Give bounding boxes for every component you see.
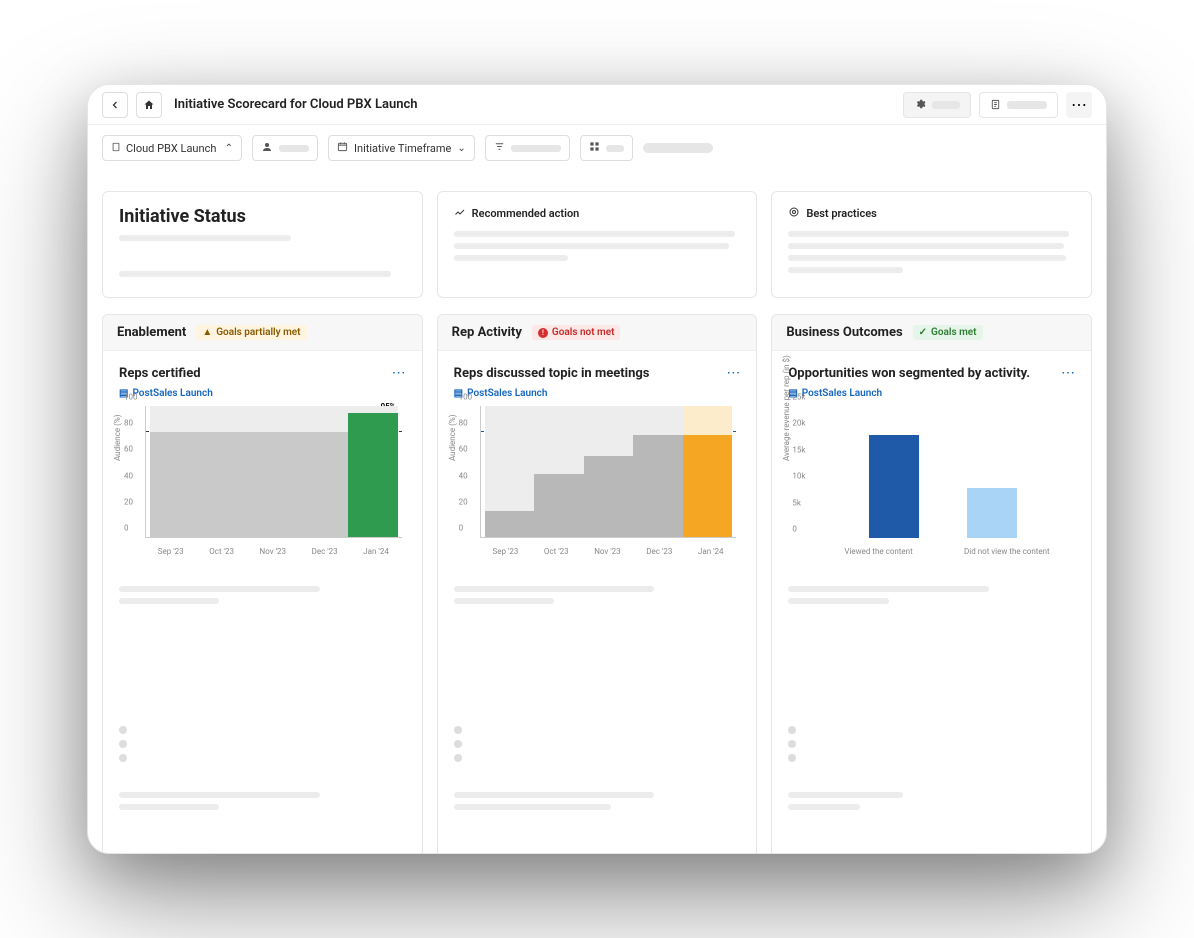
calendar-icon [337, 141, 348, 155]
recommended-action-card: Recommended action [437, 191, 758, 298]
opps-won-chart: Average revenue per rep (in $) 0 5k 10k … [788, 406, 1075, 556]
reps-certified-title: Reps certified [119, 366, 201, 381]
initiative-selector[interactable]: Cloud PBX Launch ⌃ [102, 135, 242, 161]
reps-discussed-chart: Audience (%) 0 20 40 60 80 100 Goal 80% … [454, 406, 741, 556]
content-area: Initiative Status Recommended action Bes… [88, 171, 1106, 853]
filter-button[interactable] [485, 135, 570, 161]
warning-icon: ▲ [202, 327, 212, 338]
chevron-down-icon: ⌄ [457, 143, 465, 154]
enablement-title: Enablement [117, 325, 186, 340]
user-filter[interactable] [252, 135, 318, 161]
error-icon: ! [538, 328, 548, 338]
filter-icon [494, 141, 505, 155]
grid-icon [589, 141, 600, 155]
rep-activity-section: Rep Activity ! Goals not met Reps discus… [437, 314, 758, 853]
document-icon [111, 142, 121, 155]
outcomes-badge: ✓ Goals met [913, 325, 983, 340]
grid-button[interactable] [580, 135, 633, 161]
recommended-title: Recommended action [472, 207, 580, 220]
initiative-label: Cloud PBX Launch [126, 142, 216, 155]
export-button[interactable] [979, 92, 1058, 118]
best-practices-card: Best practices [771, 191, 1092, 298]
chevron-up-icon: ⌃ [225, 143, 233, 154]
timeframe-selector[interactable]: Initiative Timeframe ⌄ [328, 135, 475, 161]
more-button[interactable]: ⋯ [1066, 92, 1092, 118]
more-icon: ⋯ [1071, 95, 1087, 114]
back-button[interactable] [102, 92, 128, 118]
home-button[interactable] [136, 92, 162, 118]
reps-discussed-title: Reps discussed topic in meetings [454, 366, 650, 381]
enablement-badge: ▲ Goals partially met [196, 325, 306, 340]
opps-won-title: Opportunities won segmented by activity. [788, 366, 1030, 381]
check-icon: ✓ [919, 327, 927, 338]
best-practices-title: Best practices [806, 207, 876, 220]
enablement-section: Enablement ▲ Goals partially met Reps ce… [102, 314, 423, 853]
chart-menu-button[interactable]: ⋯ [1061, 365, 1075, 381]
outcomes-title: Business Outcomes [786, 325, 902, 340]
topbar: Initiative Scorecard for Cloud PBX Launc… [88, 85, 1106, 125]
status-title: Initiative Status [119, 206, 406, 227]
rep-activity-badge: ! Goals not met [532, 325, 621, 340]
app-frame: Initiative Scorecard for Cloud PBX Launc… [87, 84, 1107, 854]
chart-menu-button[interactable]: ⋯ [392, 365, 406, 381]
timeframe-label: Initiative Timeframe [354, 142, 451, 155]
filter-placeholder [643, 143, 713, 153]
reps-certified-chart: Audience (%) 0 20 40 60 80 100 Goal 80% … [119, 406, 406, 556]
chart-menu-button[interactable]: ⋯ [726, 365, 740, 381]
trend-icon [454, 206, 466, 221]
gear-icon [914, 95, 926, 114]
page-title: Initiative Scorecard for Cloud PBX Launc… [174, 97, 895, 112]
filter-bar: Cloud PBX Launch ⌃ Initiative Timeframe … [88, 125, 1106, 171]
rep-activity-title: Rep Activity [452, 325, 522, 340]
target-icon [788, 206, 800, 221]
document-icon [990, 95, 1001, 114]
initiative-status-card: Initiative Status [102, 191, 423, 298]
settings-button[interactable] [903, 92, 971, 118]
user-icon [261, 141, 273, 156]
outcomes-section: Business Outcomes ✓ Goals met Opportunit… [771, 314, 1092, 853]
